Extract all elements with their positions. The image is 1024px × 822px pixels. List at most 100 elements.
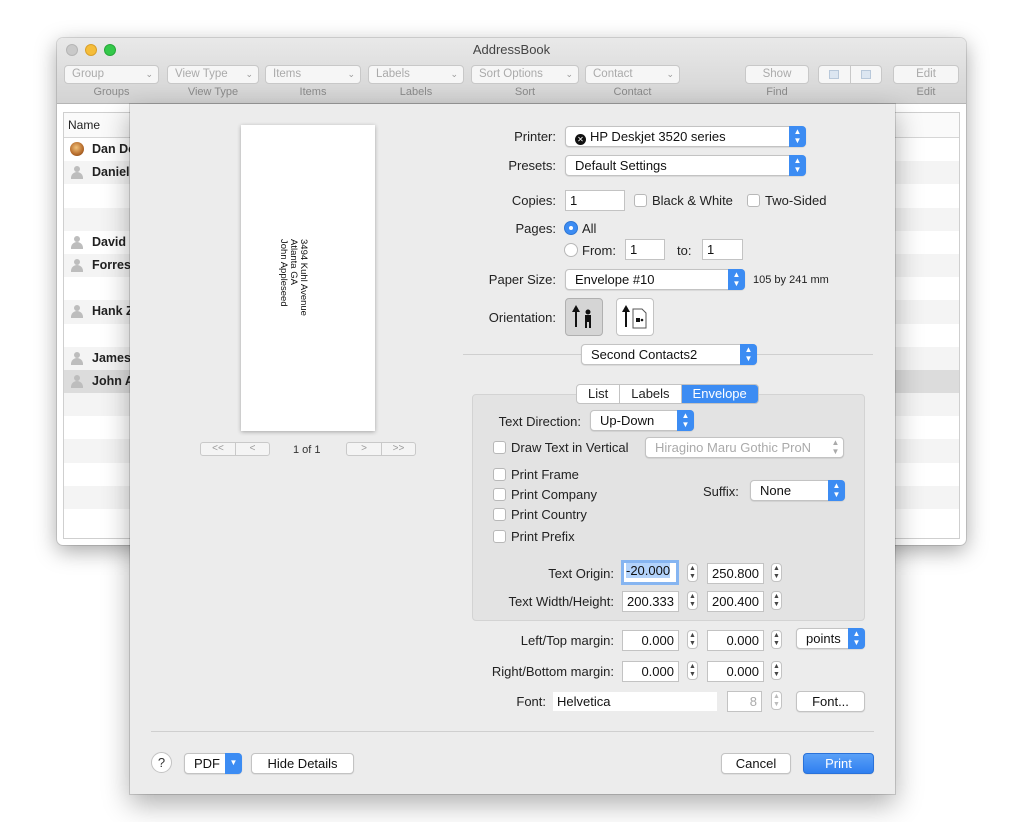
font-name-field[interactable]: Helvetica: [552, 691, 718, 712]
previous-page-button[interactable]: <: [235, 443, 269, 455]
window-toolbar: AddressBook Group ⌄ Groups View Type ⌄ Vie…: [57, 38, 966, 104]
presets-popup[interactable]: Default Settings ▲ ▼: [565, 155, 806, 176]
text-width-field[interactable]: 200.333: [622, 591, 679, 612]
font-size-field[interactable]: 8: [727, 691, 762, 712]
contact-name: Hank Z: [92, 304, 134, 319]
print-section-popup[interactable]: Second Contacts2 ▲ ▼: [581, 344, 757, 365]
toolbar-sort[interactable]: Sort Options ⌄ Sort: [471, 65, 579, 98]
pdf-label: PDF: [194, 756, 220, 771]
pdf-menu-button[interactable]: PDF ▼: [184, 753, 242, 774]
printer-popup[interactable]: ✕ HP Deskjet 3520 series ▲ ▼: [565, 126, 806, 147]
text-origin-x-value: -20.000: [626, 563, 671, 578]
layout-segmented-control[interactable]: [818, 65, 882, 84]
copies-field[interactable]: 1: [565, 190, 625, 211]
print-prefix-checkbox[interactable]: [493, 530, 506, 543]
font-size-stepper[interactable]: ▲ ▼: [771, 691, 782, 710]
paper-size-value: Envelope #10: [575, 272, 655, 287]
paper-size-popup[interactable]: Envelope #10 ▲ ▼: [565, 269, 745, 290]
sort-popup-value: Sort Options: [479, 68, 543, 80]
text-direction-popup[interactable]: Up-Down ▲ ▼: [590, 410, 694, 431]
sort-popup[interactable]: Sort Options ⌄: [471, 65, 579, 84]
view-type-popup[interactable]: View Type ⌄: [167, 65, 259, 84]
top-margin-field[interactable]: 0.000: [707, 630, 764, 651]
text-width-stepper[interactable]: ▲ ▼: [687, 591, 698, 610]
envelope-preview: 3494 Kuhl Avenue Atlanta GA John Applese…: [241, 125, 375, 431]
font-button[interactable]: Font...: [796, 691, 865, 712]
tab-labels[interactable]: Labels: [619, 385, 680, 403]
text-origin-y-field[interactable]: 250.800: [707, 563, 764, 584]
left-margin-stepper[interactable]: ▲ ▼: [687, 630, 698, 649]
items-popup-value: Items: [273, 68, 302, 80]
last-page-button[interactable]: >>: [381, 443, 415, 455]
preview-forward-buttons[interactable]: > >>: [346, 442, 416, 456]
pages-to-field[interactable]: 1: [702, 239, 743, 260]
labels-popup[interactable]: Labels ⌄: [368, 65, 464, 84]
chevron-updown-icon: ▲ ▼: [789, 155, 806, 176]
contact-popup-value: Contact: [593, 68, 633, 80]
toolbar-layout[interactable]: [818, 65, 882, 84]
bottom-margin-stepper[interactable]: ▲ ▼: [771, 661, 782, 680]
print-button[interactable]: Print: [803, 753, 874, 774]
right-margin-field[interactable]: 0.000: [622, 661, 679, 682]
paper-dimensions: 105 by 241 mm: [753, 274, 829, 286]
contact-name: James: [92, 350, 131, 365]
toolbar-edit[interactable]: Edit Edit: [893, 65, 959, 98]
bottom-margin-field[interactable]: 0.000: [707, 661, 764, 682]
groups-popup[interactable]: Group ⌄: [64, 65, 159, 84]
black-white-checkbox[interactable]: [634, 194, 647, 207]
text-direction-value: Up-Down: [600, 413, 655, 428]
pages-all-radio[interactable]: [564, 221, 578, 235]
preview-back-buttons[interactable]: << <: [200, 442, 270, 456]
next-page-button[interactable]: >: [347, 443, 381, 455]
vertical-text-checkbox[interactable]: [493, 441, 506, 454]
landscape-orientation-button[interactable]: [616, 298, 654, 336]
cancel-button[interactable]: Cancel: [721, 753, 791, 774]
top-margin-stepper[interactable]: ▲ ▼: [771, 630, 782, 649]
layout-left-button[interactable]: [819, 66, 850, 83]
pages-range-radio[interactable]: [564, 243, 578, 257]
text-origin-x-field[interactable]: -20.000: [621, 560, 679, 585]
text-height-field[interactable]: 200.400: [707, 591, 764, 612]
print-country-checkbox[interactable]: [493, 508, 506, 521]
chevron-updown-icon: ▲ ▼: [828, 480, 845, 501]
landscape-icon: [622, 305, 647, 329]
show-button[interactable]: Show: [745, 65, 809, 84]
items-label: Items: [299, 86, 327, 98]
layout-right-button[interactable]: [849, 66, 882, 83]
origin-y-stepper[interactable]: ▲ ▼: [771, 563, 782, 582]
toolbar-labels[interactable]: Labels ⌄ Labels: [368, 65, 464, 98]
print-company-checkbox[interactable]: [493, 488, 506, 501]
hide-details-button[interactable]: Hide Details: [251, 753, 354, 774]
paper-size-label: Paper Size:: [488, 272, 556, 287]
presets-value: Default Settings: [575, 158, 667, 173]
margin-unit-popup[interactable]: points ▲ ▼: [796, 628, 865, 649]
layout-tabs[interactable]: List Labels Envelope: [576, 384, 759, 404]
pages-from-field[interactable]: 1: [625, 239, 665, 260]
margin-unit-value: points: [806, 631, 841, 646]
tab-envelope[interactable]: Envelope: [680, 385, 758, 403]
toolbar-items[interactable]: Items ⌄ Items: [265, 65, 361, 98]
groups-popup-value: Group: [72, 68, 104, 80]
left-margin-field[interactable]: 0.000: [622, 630, 679, 651]
first-page-button[interactable]: <<: [201, 443, 235, 455]
groups-label: Groups: [93, 86, 130, 98]
suffix-popup[interactable]: None ▲ ▼: [750, 480, 845, 501]
origin-x-stepper[interactable]: ▲ ▼: [687, 563, 698, 582]
items-popup[interactable]: Items ⌄: [265, 65, 361, 84]
toolbar-find[interactable]: Show Find: [745, 65, 809, 98]
toolbar-groups[interactable]: Group ⌄ Groups: [64, 65, 159, 98]
toolbar-contact[interactable]: Contact ⌄ Contact: [585, 65, 680, 98]
tab-list[interactable]: List: [577, 385, 619, 403]
text-height-stepper[interactable]: ▲ ▼: [771, 591, 782, 610]
help-button[interactable]: ?: [151, 752, 172, 773]
toolbar-view-type[interactable]: View Type ⌄ View Type: [167, 65, 259, 98]
portrait-orientation-button[interactable]: [565, 298, 603, 336]
vertical-font-popup[interactable]: Hiragino Maru Gothic ProN ▲ ▼: [645, 437, 844, 458]
print-frame-checkbox[interactable]: [493, 468, 506, 481]
two-sided-checkbox[interactable]: [747, 194, 760, 207]
contact-popup[interactable]: Contact ⌄: [585, 65, 680, 84]
edit-label: Edit: [916, 86, 936, 98]
chevron-updown-icon: ▲ ▼: [789, 126, 806, 147]
right-margin-stepper[interactable]: ▲ ▼: [687, 661, 698, 680]
edit-button[interactable]: Edit: [893, 65, 959, 84]
